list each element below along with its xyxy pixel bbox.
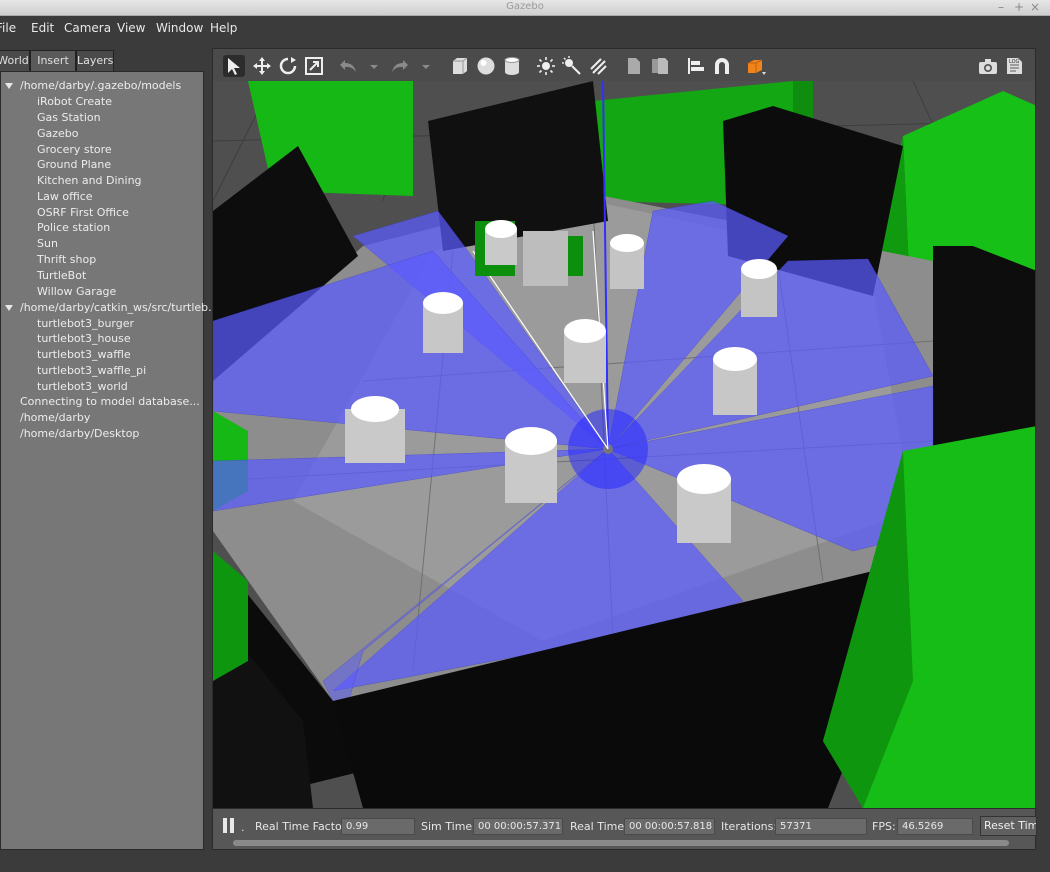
redo-icon[interactable] — [389, 55, 411, 77]
tab-layers[interactable]: Layers — [76, 50, 114, 71]
fps-value: 46.5269 — [897, 818, 973, 835]
iterations-label: Iterations: — [721, 820, 778, 833]
point-light-icon[interactable] — [535, 55, 557, 77]
reset-time-button[interactable]: Reset Time — [980, 816, 1037, 836]
model-tree: /home/darby/.gazebo/models iRobot Create… — [0, 71, 219, 850]
status-bar: . Real Time Factor: 0.99 Sim Time: 00 00… — [212, 808, 1037, 850]
sim-time-label: Sim Time: — [421, 820, 476, 833]
list-item[interactable]: Thrift shop — [37, 252, 96, 268]
spot-light-icon[interactable] — [561, 55, 583, 77]
sim-time-value: 00 00:00:57.371 — [473, 818, 563, 835]
undo-dropdown-icon[interactable] — [363, 55, 378, 77]
svg-text:LOG: LOG — [1009, 59, 1020, 65]
menu-bar: File Edit Camera View Window Help — [0, 16, 1050, 42]
snap-icon[interactable] — [711, 55, 733, 77]
list-item[interactable]: turtlebot3_house — [37, 331, 131, 347]
iterations-value: 57371 — [775, 818, 867, 835]
list-item[interactable]: turtlebot3_waffle_pi — [37, 363, 146, 379]
list-item[interactable]: Police station — [37, 220, 110, 236]
rtf-value: 0.99 — [341, 818, 415, 835]
window-title: Gazebo — [506, 1, 544, 12]
list-item[interactable]: TurtleBot — [37, 268, 86, 284]
real-time-label: Real Time: — [570, 820, 628, 833]
list-item[interactable]: Sun — [37, 236, 58, 252]
gazebo-window: Gazebo – + × File Edit Camera View Windo… — [0, 0, 1050, 872]
render-panel: LOG . Real Time Factor: 0.99 Sim Time: 0… — [212, 48, 1037, 850]
close-button[interactable]: × — [1030, 0, 1040, 14]
rtf-label: Real Time Factor: — [255, 820, 350, 833]
menu-edit[interactable]: Edit — [31, 21, 54, 35]
list-item[interactable]: /home/darby/Desktop — [20, 426, 139, 442]
tree-group-label: /home/darby/.gazebo/models — [20, 79, 182, 92]
list-item[interactable]: /home/darby — [20, 410, 90, 426]
copy-icon[interactable] — [623, 55, 645, 77]
list-item[interactable]: Connecting to model database... — [20, 394, 200, 410]
3d-viewport[interactable] — [212, 81, 1036, 808]
menu-file[interactable]: File — [0, 21, 16, 35]
list-item[interactable]: turtlebot3_waffle — [37, 347, 131, 363]
screenshot-icon[interactable] — [977, 55, 999, 77]
title-bar: Gazebo – + × — [0, 0, 1050, 16]
list-item[interactable]: iRobot Create — [37, 94, 112, 110]
list-item[interactable]: turtlebot3_burger — [37, 316, 134, 332]
select-arrow-icon[interactable] — [223, 55, 245, 77]
list-item[interactable]: Law office — [37, 189, 93, 205]
list-item[interactable]: Gazebo — [37, 126, 79, 142]
align-icon[interactable] — [685, 55, 707, 77]
toolbar: LOG — [212, 48, 1036, 81]
expand-arrow-icon[interactable] — [5, 305, 13, 311]
list-item[interactable]: Willow Garage — [37, 284, 116, 300]
list-item[interactable]: Gas Station — [37, 110, 101, 126]
undo-icon[interactable] — [337, 55, 359, 77]
scale-icon[interactable] — [303, 55, 325, 77]
directional-light-icon[interactable] — [587, 55, 609, 77]
tab-world[interactable]: World — [0, 50, 30, 71]
fps-label: FPS: — [872, 820, 896, 833]
cylinder-icon[interactable] — [501, 55, 523, 77]
box-icon[interactable] — [449, 55, 471, 77]
log-icon[interactable]: LOG — [1003, 55, 1025, 77]
horizontal-scrollbar[interactable] — [233, 840, 1009, 846]
minimize-button[interactable]: – — [998, 0, 1004, 14]
rotate-icon[interactable] — [277, 55, 299, 77]
tree-group-label: /home/darby/catkin_ws/src/turtleb... — [20, 301, 219, 314]
translate-icon[interactable] — [251, 55, 273, 77]
maximize-button[interactable]: + — [1014, 0, 1024, 14]
expand-arrow-icon[interactable] — [5, 83, 13, 89]
menu-help[interactable]: Help — [210, 21, 237, 35]
menu-view[interactable]: View — [117, 21, 145, 35]
list-item[interactable]: turtlebot3_world — [37, 379, 128, 395]
left-panel: World Insert Layers /home/darby/.gazebo/… — [0, 48, 219, 850]
step-button[interactable]: . — [241, 821, 245, 834]
menu-camera[interactable]: Camera — [64, 21, 111, 35]
redo-dropdown-icon[interactable] — [415, 55, 430, 77]
list-item[interactable]: Grocery store — [37, 142, 112, 158]
menu-window[interactable]: Window — [156, 21, 203, 35]
pause-button[interactable] — [223, 818, 235, 833]
view-angle-icon[interactable] — [745, 55, 767, 77]
sphere-icon[interactable] — [475, 55, 497, 77]
left-tabs: World Insert Layers — [0, 50, 204, 72]
list-item[interactable]: OSRF First Office — [37, 205, 129, 221]
list-item[interactable]: Ground Plane — [37, 157, 111, 173]
tab-insert[interactable]: Insert — [30, 50, 76, 72]
paste-icon[interactable] — [649, 55, 671, 77]
list-item[interactable]: Kitchen and Dining — [37, 173, 142, 189]
real-time-value: 00 00:00:57.818 — [624, 818, 715, 835]
